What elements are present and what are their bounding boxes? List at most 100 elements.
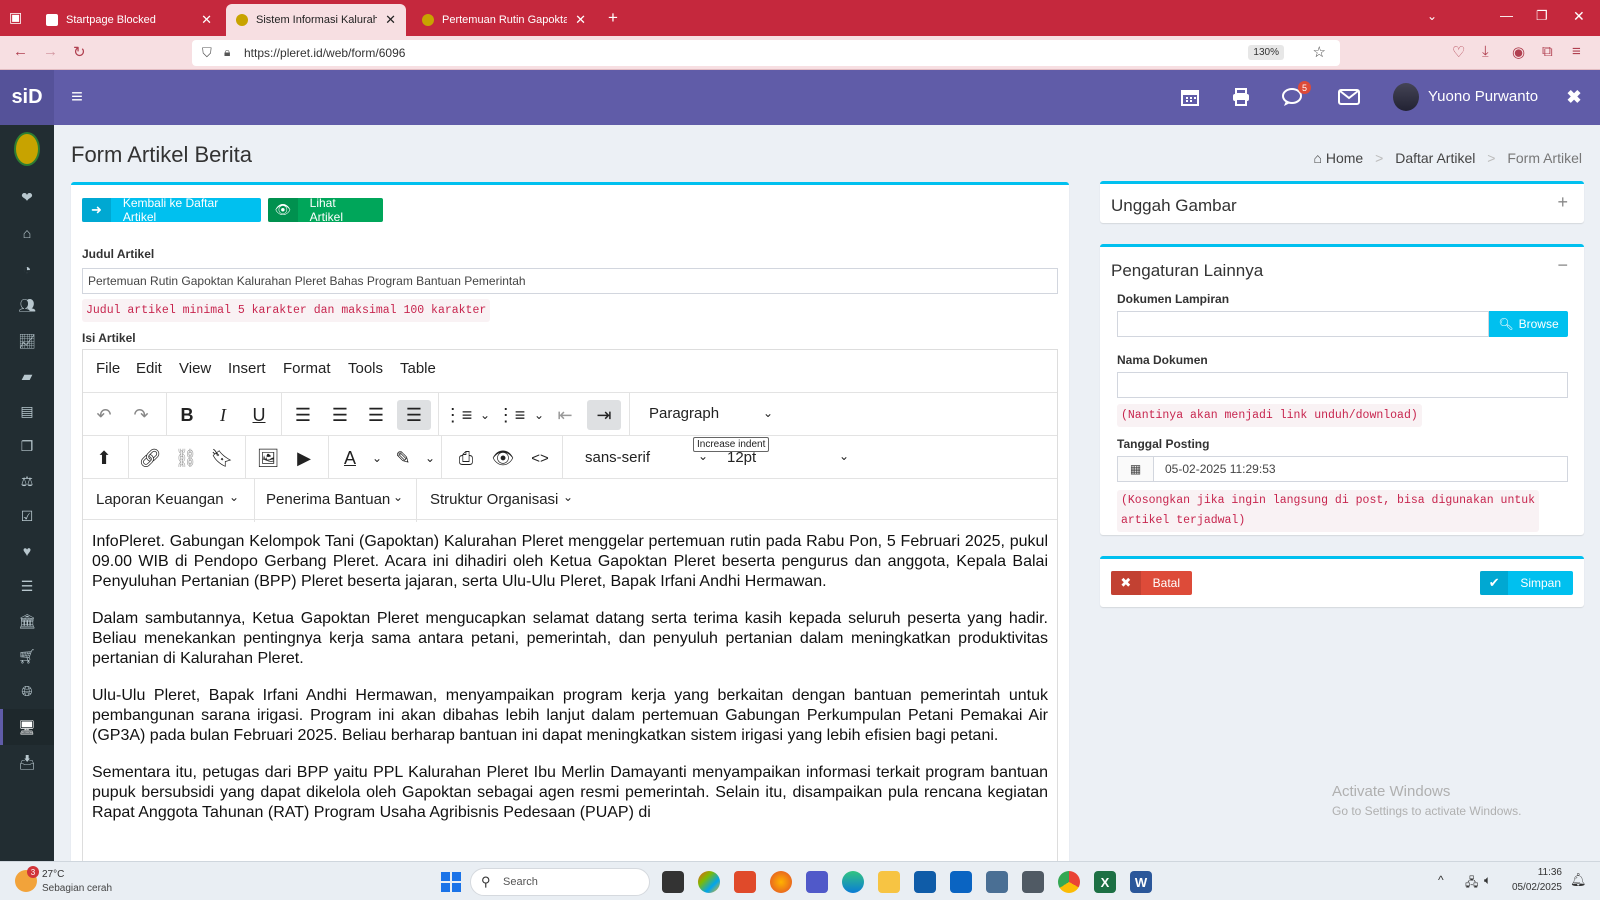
highlight-color-icon[interactable]: ✎	[388, 443, 418, 473]
sidebar-toggle-icon[interactable]: ≡	[64, 85, 90, 109]
minimize-icon[interactable]: —	[1500, 8, 1513, 23]
link-icon[interactable]: 🔗︎	[135, 443, 165, 473]
mail-icon[interactable]	[1336, 85, 1362, 109]
bold-icon[interactable]: B	[172, 400, 202, 430]
expand-plus-icon[interactable]: +	[1557, 192, 1568, 213]
chevron-down-icon[interactable]: ⌄	[563, 490, 573, 504]
undo-icon[interactable]: ↶	[89, 400, 119, 430]
task-view-icon[interactable]	[662, 871, 684, 893]
network-icon[interactable]: 🖧︎	[1465, 873, 1478, 894]
taskbar-search[interactable]: ⚲ Search	[470, 868, 650, 896]
font-size-chevron-icon[interactable]: ⌄	[839, 449, 849, 463]
bookmark-star-icon[interactable]: ☆	[1313, 43, 1326, 61]
custom-menu-struktur-organisasi[interactable]: Struktur Organisasi	[430, 491, 558, 508]
pocket-icon[interactable]: ♡	[1452, 43, 1465, 61]
attachment-input[interactable]	[1117, 311, 1489, 337]
menu-edit[interactable]: Edit	[136, 360, 162, 377]
calendar-addon-icon[interactable]: ▦	[1117, 456, 1154, 482]
align-right-icon[interactable]: ☰	[361, 400, 391, 430]
align-center-icon[interactable]: ☰	[325, 400, 355, 430]
close-icon[interactable]: ✖	[1561, 85, 1587, 109]
close-tab-icon[interactable]: ✕	[201, 12, 212, 28]
institution-icon[interactable]: 🏛︎	[15, 611, 39, 631]
chrome-icon[interactable]	[1058, 871, 1080, 893]
cart-icon[interactable]: 🛒︎	[15, 646, 39, 666]
custom-menu-laporan-keuangan[interactable]: Laporan Keuangan	[96, 491, 224, 508]
app-menu-icon[interactable]: ≡	[1572, 43, 1581, 60]
insert-media-icon[interactable]: ▶	[289, 443, 319, 473]
bullet-list-icon[interactable]: ⋮≡	[443, 400, 473, 430]
balance-scale-icon[interactable]: ⚖︎	[15, 471, 39, 491]
insert-image-icon[interactable]: 🖼︎	[253, 443, 283, 473]
close-tab-icon[interactable]: ✕	[575, 12, 586, 28]
volume-icon[interactable]: 🔈︎	[1484, 873, 1491, 888]
download-icon[interactable]: ⤓	[1482, 43, 1489, 60]
url-bar[interactable]: ⛉ 🔒︎ https://pleret.id/web/form/6096 130…	[192, 40, 1340, 66]
tab-article[interactable]: Pertemuan Rutin Gapoktan Kalurahan ✕	[412, 4, 596, 36]
heartbeat-icon[interactable]: ❤︎	[15, 187, 39, 207]
block-format-select[interactable]: Paragraph	[649, 405, 719, 422]
breadcrumb-home-icon[interactable]: ⌂	[1314, 150, 1322, 166]
post-date-input[interactable]: 05-02-2025 11:29:53	[1153, 456, 1568, 482]
breadcrumb-home[interactable]: Home	[1326, 150, 1363, 166]
decrease-indent-icon[interactable]: ⇤	[550, 400, 580, 430]
menu-insert[interactable]: Insert	[228, 360, 266, 377]
word-icon[interactable]: W	[1130, 871, 1152, 893]
tab-overview-icon[interactable]: ▣	[9, 9, 22, 26]
editor-content[interactable]: InfoPleret. Gabungan Kelompok Tani (Gapo…	[83, 519, 1057, 852]
bullet-list-chevron-icon[interactable]: ⌄	[480, 408, 490, 422]
printer-app-icon[interactable]	[1022, 871, 1044, 893]
dashboard-icon[interactable]: ◔	[15, 259, 39, 279]
underline-icon[interactable]: U	[244, 400, 274, 430]
camera-icon[interactable]	[986, 871, 1008, 893]
menu-tools[interactable]: Tools	[348, 360, 383, 377]
avatar[interactable]	[1393, 83, 1419, 111]
chart-icon[interactable]: 📈︎	[15, 331, 39, 351]
breadcrumb-list[interactable]: Daftar Artikel	[1395, 150, 1475, 166]
lock-icon[interactable]: 🔒︎	[224, 45, 230, 60]
temperature[interactable]: 27°C	[42, 869, 64, 880]
excel-icon[interactable]: X	[1094, 871, 1116, 893]
align-justify-icon[interactable]: ☰	[397, 400, 431, 430]
teams-icon[interactable]	[806, 871, 828, 893]
account-icon[interactable]: ◉	[1512, 43, 1525, 61]
menu-view[interactable]: View	[179, 360, 211, 377]
edge-icon[interactable]	[842, 871, 864, 893]
save-button[interactable]: ✔ Simpan	[1480, 571, 1573, 595]
user-name[interactable]: Yuono Purwanto	[1428, 88, 1538, 105]
store-icon[interactable]	[914, 871, 936, 893]
source-code-icon[interactable]: <>	[525, 443, 555, 473]
extensions-icon[interactable]: ⧉	[1542, 43, 1553, 60]
shield-icon[interactable]: ⛉	[202, 45, 212, 61]
print-icon[interactable]	[1228, 85, 1254, 109]
checkbox-icon[interactable]: ☑	[15, 506, 39, 526]
browse-button[interactable]: 🔍︎ Browse	[1489, 311, 1568, 337]
file-explorer-icon[interactable]	[878, 871, 900, 893]
inbox-icon[interactable]: 📥︎	[15, 752, 39, 772]
weather-text[interactable]: Sebagian cerah	[42, 883, 112, 894]
close-window-icon[interactable]: ✕	[1573, 8, 1585, 25]
copilot-icon[interactable]	[698, 871, 720, 893]
numbered-list-icon[interactable]: ⋮≡	[496, 400, 526, 430]
back-icon[interactable]: ←	[13, 43, 28, 60]
calendar-icon[interactable]	[1177, 85, 1203, 109]
sidebar-item-web-active[interactable]: 🖥︎	[0, 709, 54, 745]
forward-icon[interactable]: →	[43, 43, 58, 60]
menu-file[interactable]: File	[96, 360, 120, 377]
globe-icon[interactable]: 🌐︎	[15, 681, 39, 701]
italic-icon[interactable]: I	[208, 400, 238, 430]
bookmark-anchor-icon[interactable]: 🔖︎	[207, 443, 237, 473]
mail-app-icon[interactable]	[950, 871, 972, 893]
new-tab-icon[interactable]: +	[608, 8, 618, 28]
documents-icon[interactable]: ❐	[15, 436, 39, 456]
app-logo[interactable]: siD	[0, 70, 54, 125]
office-icon[interactable]	[734, 871, 756, 893]
messages-icon[interactable]: 5	[1279, 81, 1311, 109]
sliders-icon[interactable]: ☰	[15, 576, 39, 596]
clock-time[interactable]: 11:36	[1522, 867, 1562, 878]
tab-startpage[interactable]: Startpage Blocked ✕	[36, 4, 222, 36]
home-icon[interactable]: ⌂	[15, 223, 39, 243]
doc-name-input[interactable]	[1117, 372, 1568, 398]
tray-chevron-up-icon[interactable]: ^	[1438, 873, 1444, 887]
unlink-icon[interactable]: ⛓	[171, 443, 201, 473]
